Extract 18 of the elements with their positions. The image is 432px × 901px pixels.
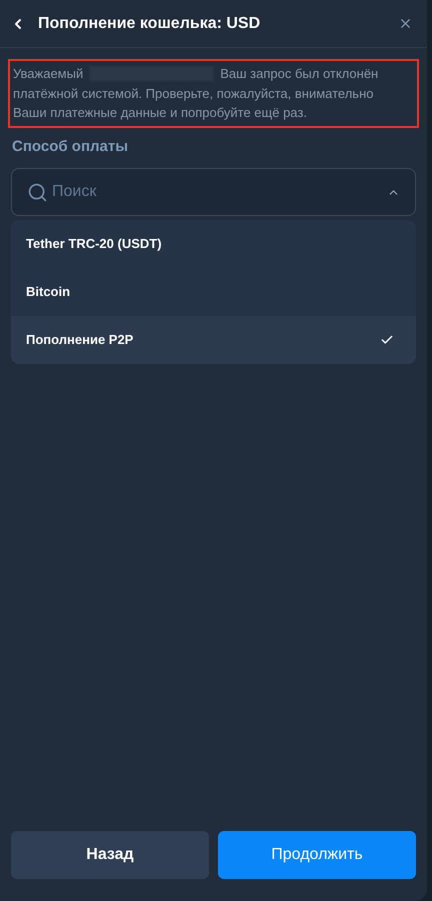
option-label: Tether TRC-20 (USDT) [26, 235, 162, 254]
option-item[interactable]: Tether TRC-20 (USDT) [11, 220, 416, 268]
option-item[interactable]: Пополнение P2P [11, 316, 416, 364]
close-button[interactable] [398, 16, 413, 31]
search-input[interactable]: Поиск [52, 180, 387, 204]
option-item[interactable]: Bitcoin [11, 268, 416, 316]
option-label: Bitcoin [26, 283, 70, 302]
error-message: платёжной системой. Проверьте, пожалуйста, внимательно Ваши платежные данные и попробуйте ещё раз. [13, 84, 374, 122]
greeting-text: Уважаемый [13, 65, 84, 83]
back-text-button[interactable]: Назад [11, 831, 209, 879]
field-label: Способ оплаты [12, 136, 130, 156]
option-label: Пополнение P2P [26, 331, 134, 350]
search-field[interactable]: Поиск [11, 168, 416, 216]
error-message: Ваш запрос был отклонён [220, 65, 378, 83]
continue-button[interactable]: Продолжить [218, 831, 416, 879]
window-title: Пополнение кошелька: USD [38, 14, 260, 34]
search-icon [27, 182, 48, 202]
close-icon [398, 16, 413, 31]
